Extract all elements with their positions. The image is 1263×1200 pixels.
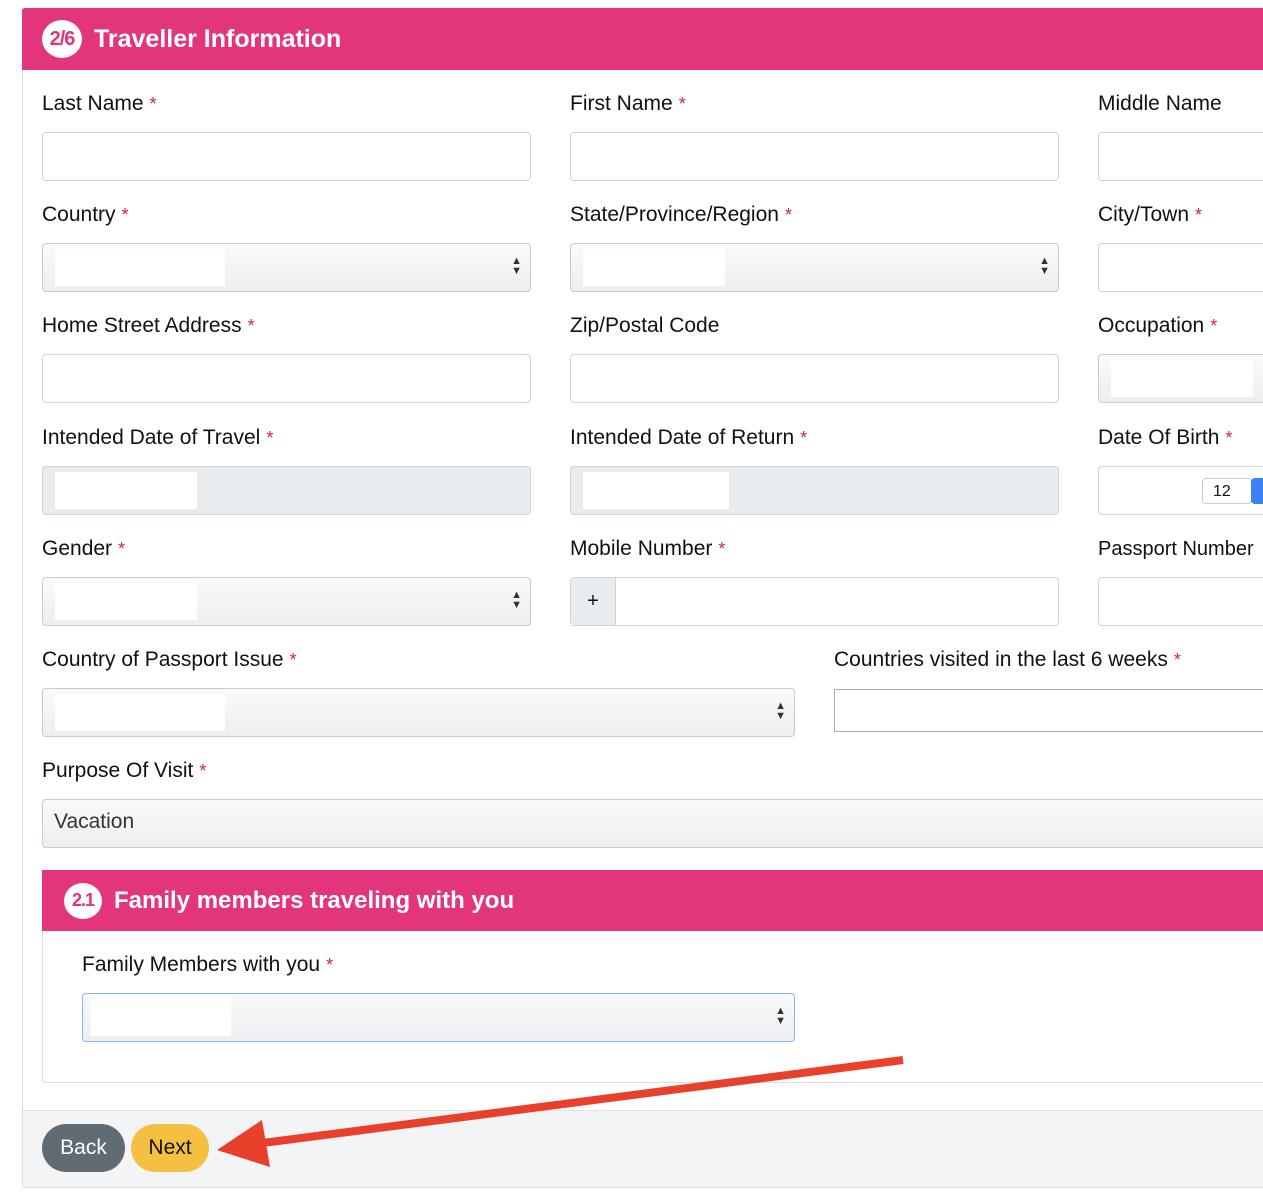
annotation-arrow-icon (217, 1056, 904, 1167)
